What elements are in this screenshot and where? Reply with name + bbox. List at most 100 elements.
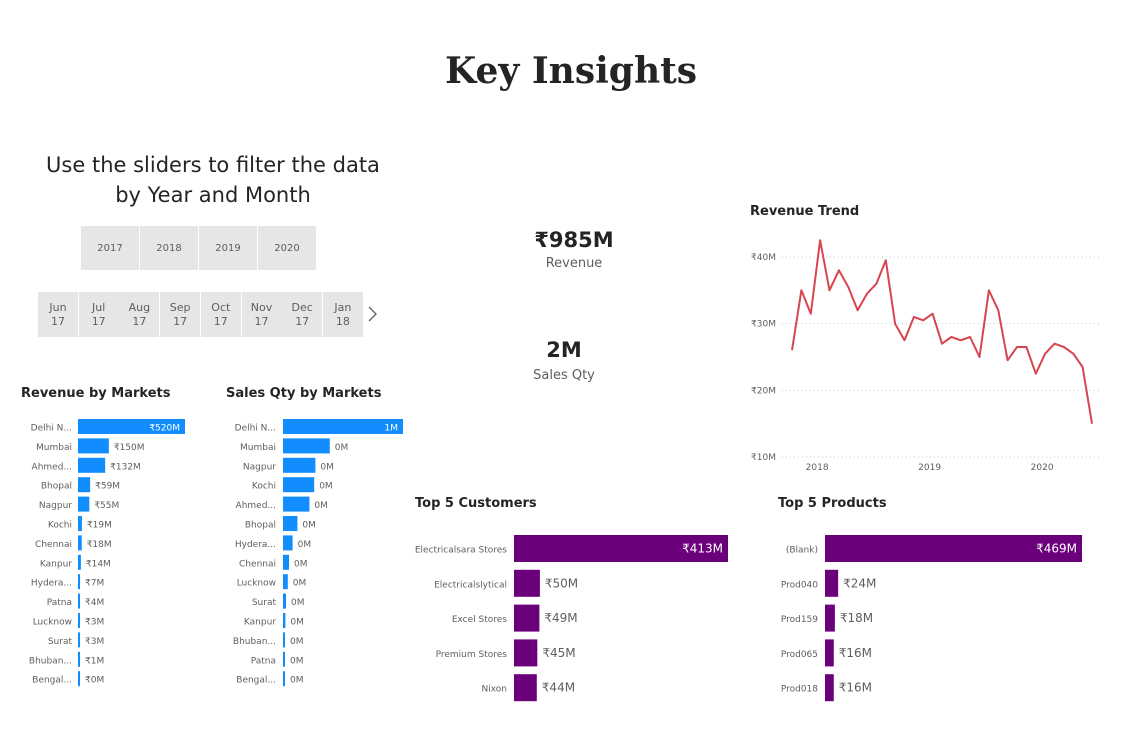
month-slicer-item[interactable]: Jun 17 (38, 292, 78, 337)
revenue-trend-line[interactable] (791, 239, 1093, 424)
bar[interactable] (514, 604, 540, 632)
sales-qty-by-markets-chart: Delhi N... 1M Mumbai 0M Nagpur 0M Kochi 0M Ahmed… (233, 419, 403, 687)
data-label: ₹18M (87, 540, 112, 550)
data-label: ₹16M (839, 681, 872, 695)
bar[interactable] (78, 574, 80, 590)
month-slicer-month: Oct (211, 300, 231, 314)
month-slicer-item[interactable]: Aug 17 (119, 292, 160, 337)
bar[interactable] (283, 593, 286, 609)
year-slicer-item-2017[interactable]: 2017 (81, 226, 139, 270)
data-label: ₹24M (843, 576, 876, 590)
category-label: Kochi (252, 482, 276, 492)
data-label: ₹49M (544, 611, 577, 625)
bar[interactable] (825, 674, 834, 702)
sales-qty-kpi-card: 2M Sales Qty (490, 338, 638, 383)
bar[interactable] (78, 593, 80, 609)
bar[interactable] (514, 639, 538, 667)
category-label: Patna (47, 598, 72, 608)
month-slicer-month: Nov (250, 300, 273, 314)
data-label: ₹18M (840, 611, 873, 625)
month-slicer-item[interactable]: Dec 17 (282, 292, 323, 337)
month-slicer-month: Jan (334, 300, 352, 314)
sales-qty-by-markets-title: Sales Qty by Markets (226, 386, 382, 401)
bar[interactable] (283, 632, 285, 648)
year-slicer-item-2020[interactable]: 2020 (258, 226, 316, 270)
revenue-kpi-value: ₹985M (534, 228, 614, 252)
bar[interactable] (283, 516, 298, 531)
bar[interactable] (283, 457, 316, 473)
bar[interactable] (283, 613, 286, 628)
category-label: (Blank) (786, 546, 818, 556)
month-slicer-month: Dec (291, 300, 313, 314)
category-label: Prod065 (781, 650, 818, 660)
data-label: ₹45M (542, 646, 575, 660)
bar[interactable] (283, 554, 289, 570)
y-tick-label: ₹10M (751, 453, 776, 463)
data-label: 0M (302, 521, 316, 531)
bar[interactable] (78, 613, 80, 628)
month-slicer-item[interactable]: Oct 17 (200, 292, 241, 337)
data-label: ₹1M (85, 656, 104, 666)
revenue-trend-title: Revenue Trend (750, 204, 860, 219)
y-tick-label: ₹20M (751, 386, 776, 396)
category-label: Prod040 (781, 580, 818, 590)
bar[interactable] (283, 671, 285, 687)
bar[interactable] (78, 457, 106, 473)
year-slicer-item-2018[interactable]: 2018 (140, 226, 198, 270)
month-slicer-year: 17 (254, 314, 269, 328)
bar[interactable] (514, 569, 540, 597)
bar[interactable] (283, 438, 330, 454)
bar[interactable] (283, 477, 315, 493)
month-slicer-month: Jul (92, 300, 106, 314)
data-label: 1M (385, 424, 399, 434)
data-label: ₹16M (839, 646, 872, 660)
bar[interactable] (283, 535, 293, 551)
bar[interactable] (78, 477, 91, 493)
category-label: Patna (251, 656, 276, 666)
y-tick-label: ₹40M (751, 253, 776, 263)
bar[interactable] (283, 496, 310, 512)
category-label: Bhopal (245, 521, 276, 531)
bar[interactable] (283, 651, 285, 667)
data-label: ₹59M (95, 482, 120, 492)
month-slicer-year: 18 (335, 314, 350, 328)
category-label: Bhuban... (29, 656, 72, 666)
revenue-kpi-label: Revenue (545, 256, 603, 271)
category-label: Chennai (239, 559, 276, 569)
bar[interactable] (825, 604, 835, 632)
chevron-right-icon[interactable] (365, 304, 381, 324)
data-label: ₹3M (85, 618, 104, 628)
bar[interactable] (78, 438, 109, 454)
month-slicer-month: Aug (128, 300, 151, 314)
month-slicer-item[interactable]: Jan 18 (322, 292, 363, 337)
bar[interactable] (78, 632, 80, 648)
month-slicer-item[interactable]: Nov 17 (241, 292, 282, 337)
month-slicer-year: 17 (132, 314, 147, 328)
bar[interactable] (514, 674, 537, 702)
year-slicer-item-2019[interactable]: 2019 (199, 226, 257, 270)
bar[interactable] (825, 569, 839, 597)
bar[interactable] (825, 639, 834, 667)
bar[interactable] (78, 651, 80, 667)
x-tick-label: 2018 (806, 463, 829, 473)
category-label: Hydera... (31, 579, 72, 589)
bar[interactable] (283, 574, 288, 590)
bar[interactable] (78, 554, 81, 570)
bar[interactable] (78, 496, 90, 512)
x-tick-label: 2019 (918, 463, 941, 473)
month-slicer-item[interactable]: Jul 17 (78, 292, 119, 337)
category-label: Bhuban... (233, 637, 276, 647)
month-slicer-month: Jun (49, 300, 67, 314)
data-label: 0M (320, 462, 334, 472)
data-label: ₹14M (86, 559, 111, 569)
revenue-by-markets-chart: Delhi N... ₹520M Mumbai ₹150M Ahmed... ₹132M B… (29, 419, 185, 687)
month-slicer-year: 17 (213, 314, 228, 328)
bar[interactable] (78, 671, 80, 687)
data-label: ₹132M (110, 462, 141, 472)
category-label: Kanpur (244, 618, 276, 628)
category-label: Prod018 (781, 685, 818, 695)
bar[interactable] (78, 516, 82, 531)
month-slicer-item[interactable]: Sep 17 (160, 292, 201, 337)
bar[interactable] (78, 535, 82, 551)
sales-qty-kpi-value: 2M (546, 338, 582, 362)
